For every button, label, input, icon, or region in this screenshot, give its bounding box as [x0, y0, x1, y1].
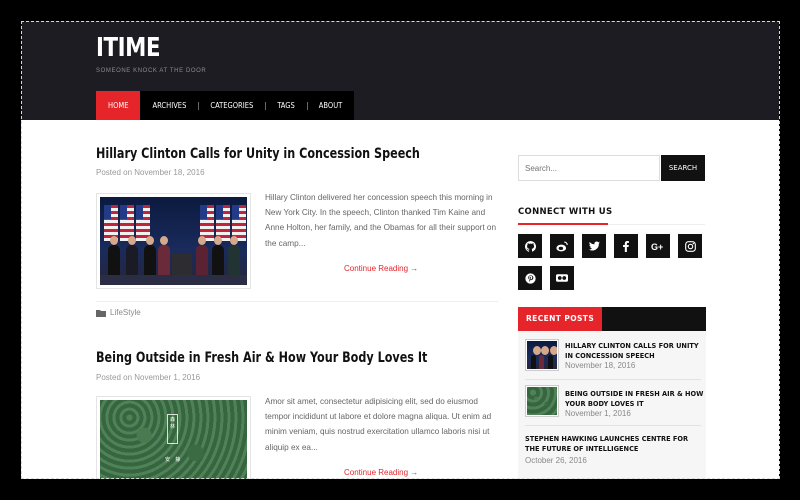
- recent-posts-title: RECENT POSTS: [518, 307, 603, 331]
- site-header: ITIME SOMEONE KNOCK AT THE DOOR HOME ARC…: [21, 21, 779, 120]
- google-plus-icon[interactable]: G+: [646, 234, 670, 258]
- post-excerpt: Hillary Clinton delivered her concession…: [265, 193, 497, 248]
- pinterest-icon[interactable]: [518, 266, 542, 290]
- instagram-icon[interactable]: [678, 234, 702, 258]
- facebook-icon[interactable]: [614, 234, 638, 258]
- nav-item-archives[interactable]: ARCHIVES: [140, 91, 198, 120]
- twitter-icon[interactable]: [582, 234, 606, 258]
- recent-post-thumbnail[interactable]: [525, 339, 559, 371]
- continue-reading-link[interactable]: Continue Reading →: [344, 264, 418, 273]
- recent-post-item[interactable]: STEPHEN HAWKING LAUNCHES CENTRE FOR THE …: [525, 434, 701, 468]
- nav-item-about[interactable]: ABOUT: [306, 91, 354, 120]
- forest-photo: 森林 安 静: [100, 400, 247, 479]
- recent-post-item[interactable]: HILLARY CLINTON CALLS FOR UNITY IN CONCE…: [525, 339, 701, 373]
- post-title[interactable]: Hillary Clinton Calls for Unity in Conce…: [96, 146, 420, 162]
- post-title[interactable]: Being Outside in Fresh Air & How Your Bo…: [96, 350, 427, 366]
- recent-post-date: November 18, 2016: [565, 361, 636, 370]
- nav-item-categories[interactable]: CATEGORIES: [198, 91, 265, 120]
- main-nav: HOME ARCHIVES CATEGORIES TAGS ABOUT: [96, 91, 355, 120]
- search-input[interactable]: [518, 155, 660, 181]
- post-date: Posted on November 1, 2016: [96, 373, 201, 382]
- folder-icon: [96, 309, 106, 317]
- weibo-icon[interactable]: [550, 234, 574, 258]
- recent-post-thumbnail[interactable]: [525, 385, 559, 417]
- github-icon[interactable]: [518, 234, 542, 258]
- post-category: LifeStyle: [96, 308, 141, 317]
- post-excerpt: Amor sit amet, consectetur adipisicing e…: [265, 397, 492, 452]
- continue-reading-link[interactable]: Continue Reading →: [344, 468, 418, 477]
- recent-post-date: October 26, 2016: [525, 456, 587, 465]
- stage-photo: [100, 197, 247, 285]
- recent-post-title[interactable]: STEPHEN HAWKING LAUNCHES CENTRE FOR THE …: [525, 434, 701, 454]
- recent-post-title[interactable]: HILLARY CLINTON CALLS FOR UNITY IN CONCE…: [565, 341, 705, 361]
- nav-item-tags[interactable]: TAGS: [265, 91, 307, 120]
- recent-post-item[interactable]: BEING OUTSIDE IN FRESH AIR & HOW YOUR BO…: [525, 385, 703, 419]
- post-date: Posted on November 18, 2016: [96, 168, 205, 177]
- flickr-icon[interactable]: [550, 266, 574, 290]
- site-tagline: SOMEONE KNOCK AT THE DOOR: [96, 68, 207, 74]
- category-link[interactable]: LifeStyle: [110, 308, 141, 317]
- page: ITIME SOMEONE KNOCK AT THE DOOR HOME ARC…: [21, 21, 779, 479]
- svg-text:G+: G+: [651, 242, 663, 251]
- search-button[interactable]: SEARCH: [661, 155, 705, 181]
- recent-post-title[interactable]: BEING OUTSIDE IN FRESH AIR & HOW YOUR BO…: [565, 389, 705, 409]
- post-thumbnail[interactable]: 森林 安 静: [96, 396, 251, 479]
- connect-widget-title: CONNECT WITH US: [518, 207, 613, 217]
- recent-post-date: November 1, 2016: [565, 409, 631, 418]
- nav-item-home[interactable]: HOME: [96, 91, 141, 120]
- title-underline: [518, 223, 608, 225]
- site-logo[interactable]: ITIME: [96, 33, 161, 63]
- post-divider: [96, 301, 498, 302]
- post-thumbnail[interactable]: [96, 193, 251, 289]
